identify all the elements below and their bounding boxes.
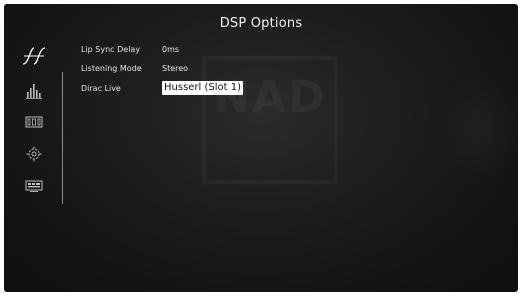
setting-row-lip-sync-delay[interactable]: Lip Sync Delay 0ms <box>81 42 281 56</box>
screen: NAD DSP Options <box>4 4 518 292</box>
sidebar-item-speakers[interactable] <box>20 111 48 133</box>
setting-value: Stereo <box>162 63 189 73</box>
setting-label: Listening Mode <box>81 63 142 73</box>
page-title: DSP Options <box>219 16 303 31</box>
sidebar-item-dsp[interactable] <box>20 45 48 67</box>
setting-row-listening-mode[interactable]: Listening Mode Stereo <box>81 61 281 75</box>
watermark-text: NAD <box>213 72 326 123</box>
speaker-layout-icon <box>25 116 43 128</box>
background-glow <box>440 74 518 184</box>
setting-label: Lip Sync Delay <box>81 44 141 54</box>
sidebar-item-display[interactable] <box>20 175 48 197</box>
sidebar-item-settings[interactable] <box>20 143 48 165</box>
selected-setting-value[interactable]: Husserl (Slot 1) <box>162 81 244 95</box>
display-icon <box>25 180 43 192</box>
setting-row-dirac-live[interactable]: Dirac Live Husserl (Slot 1) <box>81 81 281 95</box>
sidebar-divider <box>62 72 63 204</box>
sidebar-item-equalizer[interactable] <box>20 80 48 102</box>
waveform-icon <box>22 47 46 65</box>
setting-value: 0ms <box>162 44 180 54</box>
settings-gear-icon <box>26 146 42 162</box>
equalizer-icon <box>26 84 42 99</box>
brand-logo-watermark: NAD <box>202 56 338 184</box>
setting-label: Dirac Live <box>81 83 121 93</box>
